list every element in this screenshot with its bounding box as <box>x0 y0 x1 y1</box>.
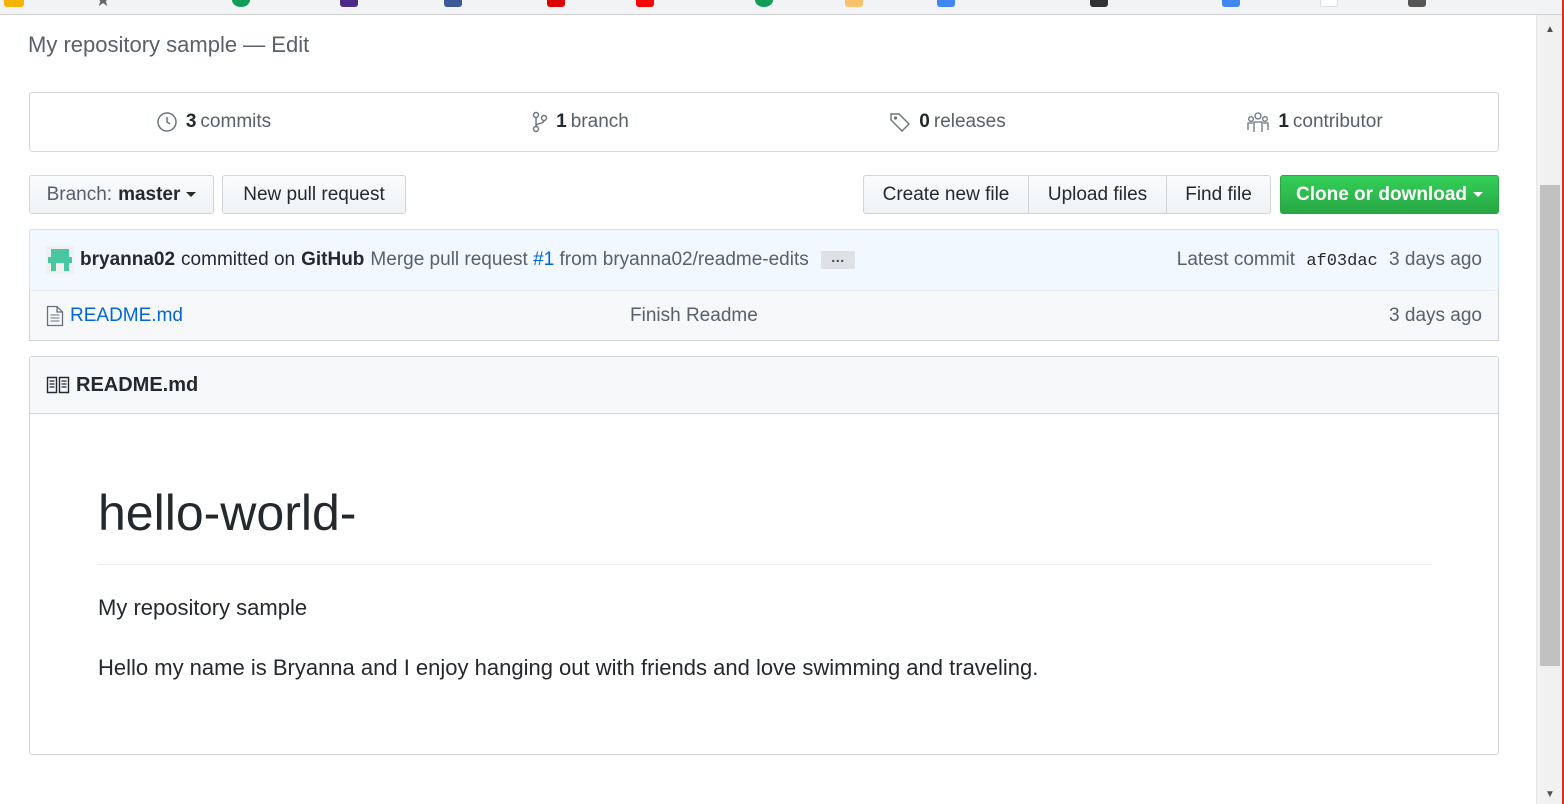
readme-paragraph: My repository sample <box>98 595 308 620</box>
clone-or-download-button[interactable]: Clone or download <box>1280 175 1499 214</box>
commit-age: 3 days ago <box>1389 249 1482 270</box>
bookmark-icon[interactable] <box>1090 0 1108 7</box>
file-age: 3 days ago <box>1389 304 1482 326</box>
releases-label: releases <box>933 111 1006 132</box>
contributors-count: 1 <box>1278 111 1289 132</box>
branch-prefix: Branch: <box>46 183 113 205</box>
releases-link[interactable]: 0 releases <box>764 93 1131 151</box>
commit-message-end: from bryanna02/readme-edits <box>559 249 809 270</box>
committed-on-label: committed on <box>181 249 296 270</box>
organization-icon <box>1247 112 1269 132</box>
commit-message[interactable]: Merge pull request #1 from bryanna02/rea… <box>370 249 808 271</box>
table-row: README.md Finish Readme 3 days ago <box>29 290 1499 341</box>
repository-description: My repository sample — Edit <box>28 32 310 57</box>
commits-label: commits <box>200 111 272 132</box>
bookmark-icon[interactable] <box>1408 0 1426 7</box>
contributors-link[interactable]: 1 contributor <box>1131 93 1498 151</box>
bookmark-icon[interactable] <box>444 0 462 7</box>
numbers-summary: 3 commits 1 branch 0 releases 1 contribu… <box>29 92 1499 152</box>
new-pull-request-button[interactable]: New pull request <box>222 175 406 214</box>
bookmark-icon[interactable] <box>636 0 654 7</box>
caret-down-icon <box>1473 192 1483 197</box>
upload-files-button[interactable]: Upload files <box>1029 175 1167 214</box>
file-name-link[interactable]: README.md <box>70 305 630 327</box>
branches-count: 1 <box>556 111 567 132</box>
apps-icon[interactable] <box>4 0 24 7</box>
bookmark-icon[interactable] <box>845 0 863 7</box>
bookmark-icon[interactable] <box>1222 0 1240 7</box>
bookmark-icon[interactable] <box>547 0 565 7</box>
latest-commit-bar: bryanna02 committed on GitHub Merge pull… <box>29 229 1499 291</box>
branches-link[interactable]: 1 branch <box>397 93 764 151</box>
commits-link[interactable]: 3 commits <box>30 93 397 151</box>
bookmarks-bar: ★ <box>0 0 1564 15</box>
branch-name: master <box>118 183 181 205</box>
commit-message-start: Merge pull request <box>370 249 528 270</box>
clone-or-download-label: Clone or download <box>1296 183 1467 205</box>
commit-author[interactable]: bryanna02 <box>80 249 175 271</box>
file-commit-message[interactable]: Finish Readme <box>630 305 758 327</box>
tag-icon <box>890 113 911 132</box>
create-new-file-button[interactable]: Create new file <box>863 175 1029 214</box>
bookmark-icon[interactable] <box>937 0 955 7</box>
commit-sha-link[interactable]: af03dac <box>1306 252 1377 271</box>
vertical-scrollbar[interactable]: ▲ ▼ <box>1536 15 1562 804</box>
readme-title: hello-world- <box>98 484 1431 565</box>
book-icon <box>46 376 70 394</box>
committer-name: GitHub <box>301 249 365 270</box>
readme-filename: README.md <box>76 373 199 396</box>
scrollbar-thumb[interactable] <box>1540 185 1560 666</box>
expand-message-button[interactable]: … <box>820 250 855 269</box>
readme-box: README.md hello-world- My repository sam… <box>29 356 1499 755</box>
git-branch-icon <box>532 111 548 133</box>
branches-label: branch <box>570 111 629 132</box>
bookmark-icon[interactable] <box>232 0 250 7</box>
bookmark-icon[interactable] <box>755 0 773 7</box>
latest-commit-info: Latest commit af03dac 3 days ago <box>1177 249 1482 271</box>
file-actions-group: Create new file Upload files Find file <box>863 175 1271 214</box>
pull-request-link[interactable]: #1 <box>533 249 554 270</box>
contributors-label: contributor <box>1292 111 1383 132</box>
scroll-down-arrow-icon[interactable]: ▼ <box>1537 786 1563 804</box>
readme-body: hello-world- My repository sample Hello … <box>30 484 1498 681</box>
find-file-button[interactable]: Find file <box>1167 175 1271 214</box>
branch-select-button[interactable]: Branch: master <box>29 175 214 214</box>
star-icon[interactable]: ★ <box>95 0 111 11</box>
file-icon <box>46 305 64 326</box>
scroll-up-arrow-icon[interactable]: ▲ <box>1537 21 1563 39</box>
releases-count: 0 <box>919 111 930 132</box>
readme-header: README.md <box>30 357 1498 414</box>
avatar[interactable] <box>46 246 74 274</box>
readme-paragraph: Hello my name is Bryanna and I enjoy han… <box>98 655 1039 680</box>
history-icon <box>157 112 177 132</box>
caret-down-icon <box>186 192 197 197</box>
commits-count: 3 <box>185 111 197 132</box>
bookmark-icon[interactable] <box>1320 0 1338 7</box>
latest-commit-label: Latest commit <box>1176 249 1296 270</box>
bookmark-icon[interactable] <box>340 0 358 7</box>
